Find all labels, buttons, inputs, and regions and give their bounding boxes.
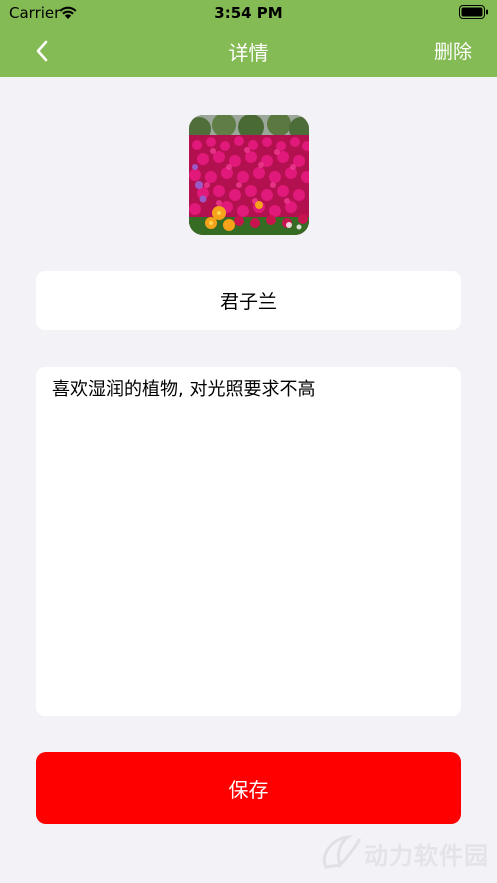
flower-photo: [189, 115, 309, 235]
watermark: 动力软件园: [318, 833, 489, 873]
detail-screen: Carrier 3:54 PM 详情 删除 君子兰 喜欢湿润的植物, 对光照要求…: [0, 0, 497, 883]
page-title: 详情: [228, 41, 269, 65]
delete-button[interactable]: 删除: [434, 37, 472, 64]
status-bar: Carrier 3:54 PM: [0, 0, 497, 26]
header: Carrier 3:54 PM 详情 删除: [0, 0, 497, 77]
plant-name-field[interactable]: 君子兰: [36, 271, 461, 330]
battery-icon: [459, 5, 488, 19]
watermark-logo-icon: [322, 834, 362, 869]
save-button[interactable]: 保存: [36, 752, 461, 824]
plant-photo[interactable]: [189, 115, 309, 235]
watermark-text: 动力软件园: [364, 841, 489, 870]
nav-bar: 详情 删除: [0, 26, 497, 77]
status-time: 3:54 PM: [214, 4, 283, 22]
plant-description-field[interactable]: 喜欢湿润的植物, 对光照要求不高: [36, 367, 461, 716]
